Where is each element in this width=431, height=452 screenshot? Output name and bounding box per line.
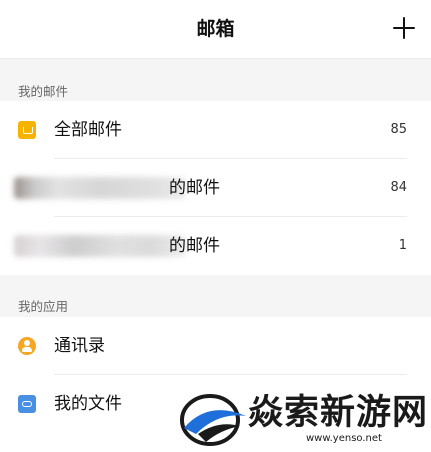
mail-row-label: 的邮件 — [169, 178, 220, 198]
mail-row-label: 的邮件 — [169, 236, 220, 256]
section-title-my-mail: 我的邮件 — [18, 84, 69, 99]
page-title: 邮箱 — [196, 18, 235, 40]
mail-row-all[interactable]: 全部邮件 85 — [0, 101, 431, 159]
inbox-icon — [18, 121, 36, 139]
section-my-apps: 我的应用 — [0, 275, 431, 321]
unread-count: 1 — [398, 238, 407, 253]
top-bar: 邮箱 — [0, 0, 431, 59]
cloud-folder-icon — [18, 395, 36, 413]
mail-row-label: 全部邮件 — [54, 120, 122, 140]
site-watermark: 焱索新游网 www.yenso.net — [178, 388, 431, 452]
section-title-my-apps: 我的应用 — [18, 299, 69, 314]
mail-row-account-2[interactable]: 的邮件 1 — [0, 217, 431, 275]
app-row-label: 我的文件 — [54, 394, 122, 414]
watermark-url: www.yenso.net — [306, 433, 382, 444]
app-row-contacts[interactable]: 通讯录 — [0, 317, 431, 375]
blurred-account-name — [14, 235, 186, 257]
unread-count: 84 — [390, 180, 407, 195]
section-my-mail: 我的邮件 — [0, 59, 431, 107]
blurred-account-name — [14, 177, 186, 199]
contacts-icon — [18, 337, 36, 355]
add-icon[interactable] — [393, 17, 415, 39]
app-row-label: 通讯录 — [54, 336, 105, 356]
mail-row-account-1[interactable]: 的邮件 84 — [0, 159, 431, 217]
watermark-text: 焱索新游网 — [248, 393, 429, 433]
unread-count: 85 — [390, 122, 407, 137]
watermark-logo-icon — [180, 394, 246, 446]
